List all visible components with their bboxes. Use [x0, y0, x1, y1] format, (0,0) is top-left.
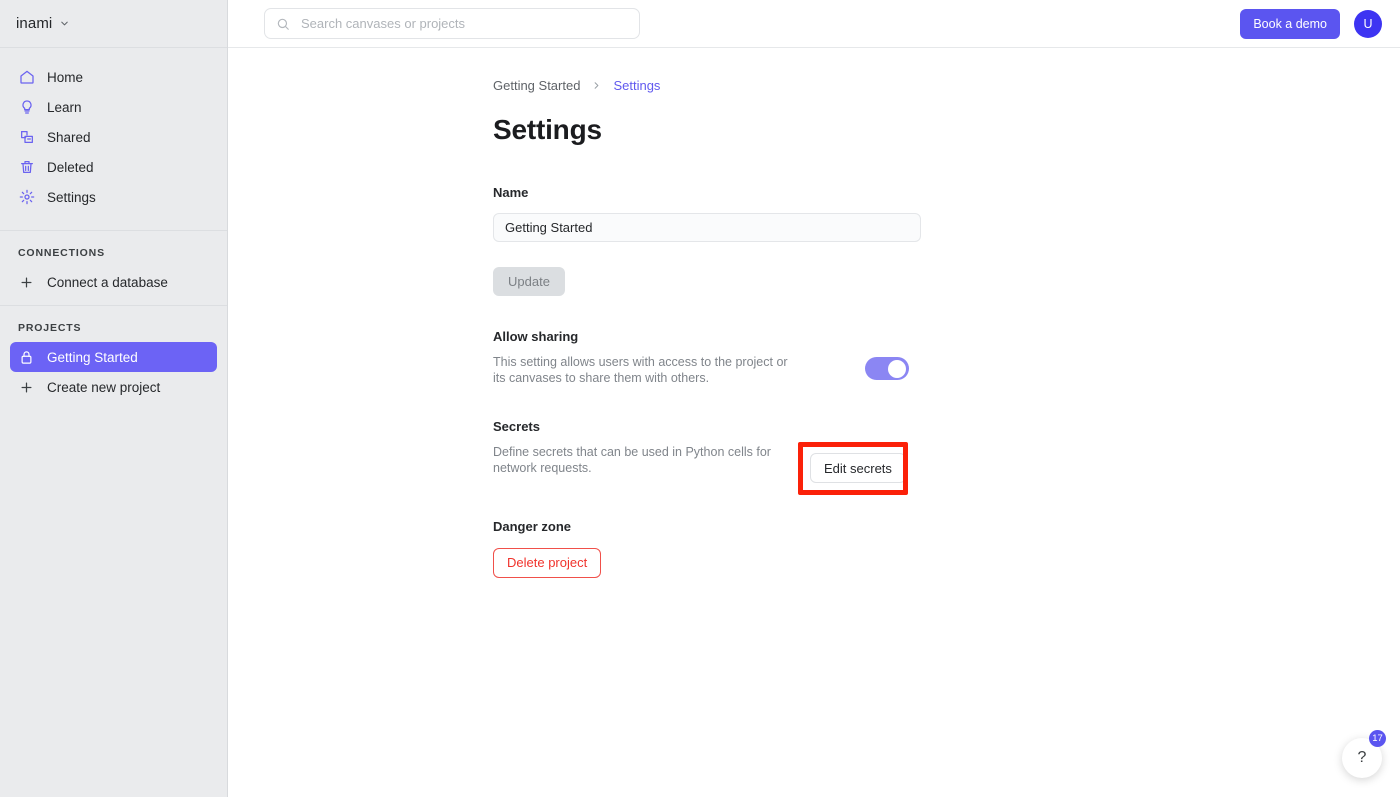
edit-secrets-button[interactable]: Edit secrets — [810, 453, 906, 484]
breadcrumb: Getting Started Settings — [493, 76, 1400, 94]
delete-project-button[interactable]: Delete project — [493, 547, 602, 578]
app-root: inami Home Learn Shared Deleted Settings… — [0, 0, 1400, 797]
update-button[interactable]: Update — [493, 267, 565, 296]
breadcrumb-current[interactable]: Settings — [613, 78, 660, 93]
sidebar-item-learn[interactable]: Learn — [10, 92, 217, 122]
allow-sharing-description: This setting allows users with access to… — [493, 355, 788, 385]
sidebar-item-home[interactable]: Home — [10, 62, 217, 92]
create-new-project-label: Create new project — [47, 379, 161, 395]
toggle-knob — [888, 359, 906, 378]
connect-a-database-button[interactable]: Connect a database — [10, 267, 217, 297]
help-badge-count: 17 — [1369, 730, 1386, 747]
sidebar-item-getting-started[interactable]: Getting Started — [10, 342, 217, 372]
secrets-row: Define secrets that can be used in Pytho… — [493, 442, 909, 496]
search-box[interactable] — [264, 8, 640, 39]
content-area: Book a demo U Getting Started Settings S… — [228, 0, 1400, 797]
trash-icon — [18, 159, 35, 176]
connections-section-label: CONNECTIONS — [18, 247, 105, 259]
secrets-title: Secrets — [493, 419, 540, 435]
question-mark-icon: ? — [1357, 749, 1367, 766]
sidebar-item-shared[interactable]: Shared — [10, 122, 217, 152]
lightbulb-icon — [18, 99, 35, 116]
org-switcher[interactable]: inami — [0, 0, 227, 48]
allow-sharing-control — [798, 355, 909, 380]
danger-zone-title: Danger zone — [493, 518, 572, 534]
gear-icon — [18, 189, 35, 206]
connect-a-database-label: Connect a database — [47, 274, 168, 290]
avatar[interactable]: U — [1354, 9, 1382, 38]
search-icon — [276, 17, 290, 31]
projects-section-label: PROJECTS — [18, 322, 82, 334]
sidebar-item-label: Home — [47, 69, 84, 85]
sidebar-item-label: Deleted — [47, 159, 94, 175]
search-input[interactable] — [299, 15, 628, 32]
name-field-label: Name — [493, 185, 529, 200]
project-label: Getting Started — [47, 349, 138, 365]
page-title: Settings — [493, 114, 602, 145]
lock-icon — [18, 349, 35, 366]
project-name-input[interactable] — [493, 213, 921, 242]
home-icon — [18, 69, 35, 86]
sidebar: inami Home Learn Shared Deleted Settings… — [0, 0, 228, 797]
secrets-description: Define secrets that can be used in Pytho… — [493, 445, 771, 475]
chevron-right-icon — [591, 80, 602, 91]
allow-sharing-row: This setting allows users with access to… — [493, 355, 909, 386]
sidebar-item-label: Settings — [47, 189, 96, 205]
sidebar-nav: Home Learn Shared Deleted Settings — [0, 48, 227, 222]
plus-icon — [18, 379, 35, 396]
create-new-project-button[interactable]: Create new project — [10, 372, 217, 402]
allow-sharing-title: Allow sharing — [493, 329, 579, 344]
org-name: inami — [16, 15, 53, 32]
allow-sharing-toggle[interactable] — [865, 357, 909, 380]
sidebar-item-label: Shared — [47, 129, 91, 145]
sidebar-item-label: Learn — [47, 99, 82, 115]
settings-page: Getting Started Settings Settings Name U… — [228, 48, 1400, 578]
sidebar-item-settings[interactable]: Settings — [10, 182, 217, 212]
book-a-demo-button[interactable]: Book a demo — [1240, 8, 1340, 39]
share-icon — [18, 129, 35, 146]
sidebar-item-deleted[interactable]: Deleted — [10, 152, 217, 182]
breadcrumb-project[interactable]: Getting Started — [493, 78, 580, 93]
plus-icon — [18, 274, 35, 291]
chevron-down-icon — [59, 18, 70, 29]
top-bar: Book a demo U — [228, 0, 1400, 48]
